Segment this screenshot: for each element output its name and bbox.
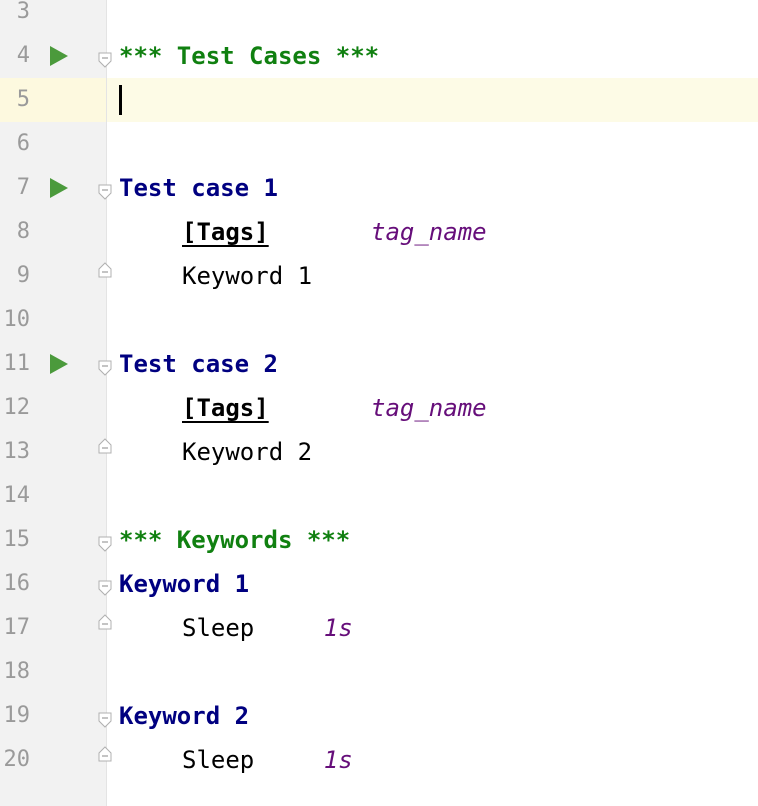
editor-line[interactable]: 13 Keyword 2 xyxy=(0,430,758,474)
run-triangle-icon[interactable] xyxy=(50,354,68,374)
fold-open-icon[interactable] xyxy=(98,184,112,200)
line-number: 15 xyxy=(3,527,31,552)
current-line-highlight xyxy=(107,78,758,122)
editor-line[interactable]: 7 Test case 1 xyxy=(0,166,758,210)
editor-line[interactable]: 20 Sleep 1s xyxy=(0,738,758,782)
editor-line[interactable]: 6 xyxy=(0,122,758,166)
definition-name: Keyword 1 xyxy=(119,570,250,598)
fold-open-icon[interactable] xyxy=(98,712,112,728)
editor-line[interactable]: 4 *** Test Cases *** xyxy=(0,34,758,78)
editor-line[interactable]: 17 Sleep 1s xyxy=(0,606,758,650)
editor-line[interactable]: 8 [Tags] tag_name xyxy=(0,210,758,254)
fold-open-icon[interactable] xyxy=(98,360,112,376)
keyword-call: Sleep xyxy=(182,614,255,642)
editor-line[interactable]: 19 Keyword 2 xyxy=(0,694,758,738)
definition-name: Test case 1 xyxy=(119,174,278,202)
argument: tag_name xyxy=(371,218,487,246)
line-number: 3 xyxy=(16,0,30,24)
line-number: 18 xyxy=(3,659,31,684)
editor-line[interactable]: 18 xyxy=(0,650,758,694)
line-number: 4 xyxy=(16,43,30,68)
fold-open-icon[interactable] xyxy=(98,536,112,552)
fold-close-icon[interactable] xyxy=(98,746,112,762)
keyword-call: Keyword 1 xyxy=(182,262,313,290)
fold-close-icon[interactable] xyxy=(98,438,112,454)
definition-name: Keyword 2 xyxy=(119,702,250,730)
line-number: 17 xyxy=(3,615,31,640)
line-number: 7 xyxy=(16,175,30,200)
editor-line[interactable]: 5 xyxy=(0,78,758,122)
run-triangle-icon[interactable] xyxy=(50,46,68,66)
setting-keyword: [Tags] xyxy=(182,394,269,422)
line-number: 13 xyxy=(3,439,31,464)
editor-line[interactable]: 16 Keyword 1 xyxy=(0,562,758,606)
editor-line[interactable]: 9 Keyword 1 xyxy=(0,254,758,298)
fold-close-icon[interactable] xyxy=(98,262,112,278)
argument: 1s xyxy=(323,614,353,642)
editor-line[interactable]: 14 xyxy=(0,474,758,518)
editor-line[interactable]: 3 xyxy=(0,0,758,34)
line-number: 11 xyxy=(3,351,31,376)
editor-line[interactable]: 10 xyxy=(0,298,758,342)
editor-line[interactable]: 11 Test case 2 xyxy=(0,342,758,386)
line-number: 8 xyxy=(16,219,30,244)
keyword-call: Sleep xyxy=(182,746,255,774)
line-number: 20 xyxy=(3,747,31,772)
line-number: 12 xyxy=(3,395,31,420)
fold-open-icon[interactable] xyxy=(98,580,112,596)
line-number: 5 xyxy=(16,87,30,112)
editor-line[interactable]: 12 [Tags] tag_name xyxy=(0,386,758,430)
line-number: 10 xyxy=(3,307,31,332)
line-number: 14 xyxy=(3,483,31,508)
line-number: 16 xyxy=(3,571,31,596)
section-header: *** Keywords *** xyxy=(119,526,351,554)
line-number: 6 xyxy=(16,131,30,156)
line-number: 19 xyxy=(3,703,31,728)
line-number: 9 xyxy=(16,263,30,288)
argument: 1s xyxy=(323,746,353,774)
argument: tag_name xyxy=(371,394,487,422)
definition-name: Test case 2 xyxy=(119,350,278,378)
run-triangle-icon[interactable] xyxy=(50,178,68,198)
section-header: *** Test Cases *** xyxy=(119,42,380,70)
editor-line[interactable]: 15 *** Keywords *** xyxy=(0,518,758,562)
fold-close-icon[interactable] xyxy=(98,614,112,630)
text-caret xyxy=(119,85,122,115)
setting-keyword: [Tags] xyxy=(182,218,269,246)
fold-open-icon[interactable] xyxy=(98,52,112,68)
keyword-call: Keyword 2 xyxy=(182,438,313,466)
